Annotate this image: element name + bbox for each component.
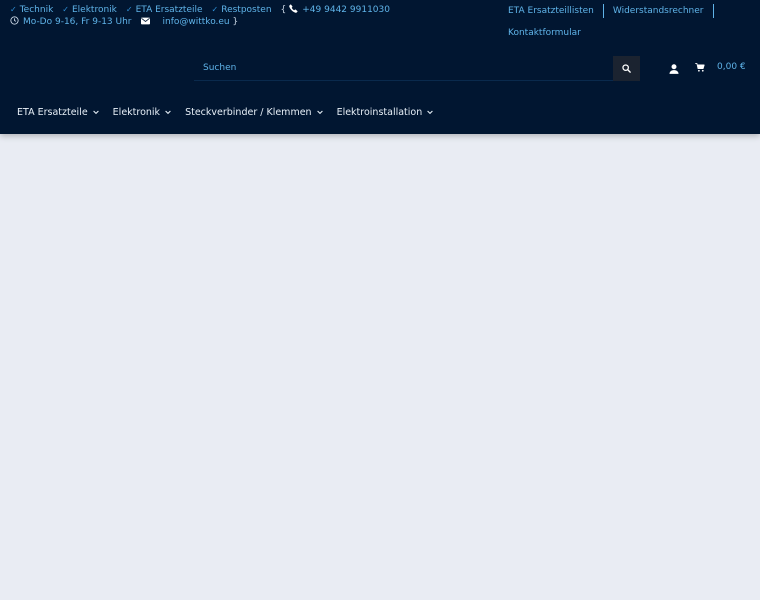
top-links-row: Kontaktformular — [508, 26, 758, 40]
chevron-down-icon — [427, 110, 434, 115]
opening-hours: Mo-Do 9-16, Fr 9-13 Uhr — [10, 16, 132, 28]
chevron-down-icon — [316, 110, 323, 115]
link-kontaktformular[interactable]: Kontaktformular — [508, 28, 581, 38]
search-input[interactable] — [194, 56, 613, 80]
nav-item-elektroinstallation[interactable]: Elektroinstallation — [337, 107, 434, 118]
nav-item-eta-ersatzteile[interactable]: ETA Ersatzteile — [17, 107, 99, 118]
bracket-close: } — [232, 17, 239, 27]
nav-item-elektronik[interactable]: Elektronik — [113, 107, 171, 118]
phone-link[interactable]: {+49 9442 9911030 — [281, 4, 390, 16]
search-button[interactable] — [613, 56, 640, 81]
nav-item-steckverbinder[interactable]: Steckverbinder / Klemmen — [185, 107, 323, 118]
feature-restposten: ✓ Restposten — [211, 5, 272, 15]
divider — [712, 4, 714, 18]
topbar-info: ✓ Technik ✓ Elektronik ✓ ETA Ersatzteile ✓ Rest… — [10, 4, 490, 28]
cart-total: 0,00 € — [717, 62, 746, 72]
chevron-down-icon — [92, 110, 99, 115]
cart-icon — [695, 62, 705, 72]
link-widerstandsrechner[interactable]: Widerstandsrechner — [613, 6, 704, 16]
email-link[interactable]: info@wittko.eu } — [163, 16, 242, 28]
check-icon: ✓ — [10, 5, 17, 14]
link-eta-ersatzteillisten[interactable]: ETA Ersatzteillisten — [508, 6, 594, 16]
divider — [602, 4, 604, 18]
clock-icon — [10, 16, 19, 25]
bracket-open: { — [280, 5, 287, 15]
phone-icon — [289, 4, 298, 13]
check-icon: ✓ — [62, 5, 69, 14]
page-content — [0, 134, 760, 600]
cart-button[interactable]: 0,00 € — [695, 62, 746, 72]
chevron-down-icon — [165, 110, 171, 115]
check-icon: ✓ — [211, 5, 219, 14]
feature-technik: ✓ Technik — [10, 5, 54, 15]
main-nav: ETA Ersatzteile Elektronik Steckverbinde… — [17, 107, 447, 118]
search-bar — [194, 56, 640, 81]
user-icon[interactable] — [668, 63, 680, 75]
site-header: ✓ Technik ✓ Elektronik ✓ ETA Ersatzteile ✓ Rest… — [0, 0, 760, 134]
envelope-icon — [140, 17, 150, 25]
feature-elektronik: ✓ Elektronik — [62, 5, 117, 15]
feature-eta: ✓ ETA Ersatzteile — [125, 5, 203, 15]
email-icon-wrap — [140, 16, 154, 28]
check-icon: ✓ — [125, 5, 133, 14]
top-links: ETA Ersatzteillisten Widerstandsrechner … — [508, 4, 758, 40]
top-links-row: ETA Ersatzteillisten Widerstandsrechner — [508, 4, 758, 18]
search-icon — [622, 64, 631, 73]
